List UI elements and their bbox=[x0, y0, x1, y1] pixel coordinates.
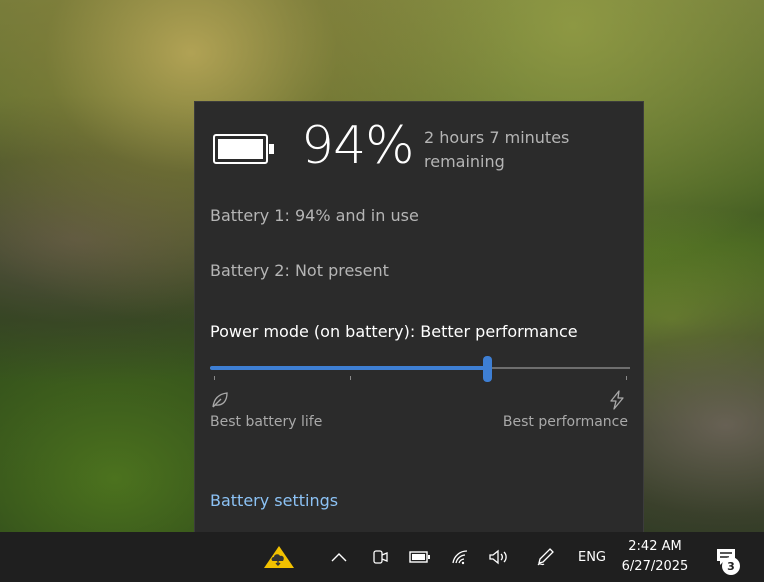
language-indicator[interactable]: ENG bbox=[572, 532, 612, 582]
notification-badge: 3 bbox=[722, 557, 740, 575]
best-performance-label: Best performance bbox=[502, 414, 628, 430]
wifi-icon[interactable] bbox=[449, 532, 471, 582]
clock[interactable]: 2:42 AM 6/27/2025 bbox=[612, 532, 698, 582]
volume-icon[interactable] bbox=[486, 532, 512, 582]
taskbar: ENG 2:42 AM 6/27/2025 3 bbox=[0, 532, 764, 582]
power-mode-label: Power mode (on battery): Better performa… bbox=[210, 322, 578, 341]
camera-icon[interactable] bbox=[369, 532, 391, 582]
best-battery-life-label: Best battery life bbox=[210, 414, 323, 430]
chevron-up-icon[interactable] bbox=[328, 532, 350, 582]
battery-flyout: 94% 2 hours 7 minutes remaining Battery … bbox=[194, 101, 644, 532]
battery-percent: 94% bbox=[301, 116, 415, 176]
battery1-status: Battery 1: 94% and in use bbox=[210, 206, 419, 225]
notification-center-button[interactable]: 3 bbox=[706, 532, 746, 582]
language-label: ENG bbox=[577, 549, 606, 565]
battery-large-icon bbox=[213, 134, 274, 164]
lightning-icon bbox=[607, 390, 627, 410]
slider-fill bbox=[210, 366, 487, 370]
clock-time: 2:42 AM bbox=[628, 539, 682, 554]
slider-tick bbox=[214, 376, 215, 380]
battery2-status: Battery 2: Not present bbox=[210, 261, 389, 280]
slider-tick bbox=[350, 376, 351, 380]
clock-date: 6/27/2025 bbox=[621, 559, 689, 574]
slider-thumb[interactable] bbox=[483, 356, 492, 382]
battery-icon[interactable] bbox=[408, 532, 432, 582]
pen-icon[interactable] bbox=[533, 532, 557, 582]
time-remaining: 2 hours 7 minutes remaining bbox=[424, 128, 570, 171]
leaf-icon bbox=[210, 390, 230, 410]
power-mode-slider[interactable] bbox=[210, 356, 630, 382]
slider-tick bbox=[626, 376, 627, 380]
battery-settings-link[interactable]: Battery settings bbox=[210, 491, 338, 510]
weather-cloud-icon[interactable] bbox=[262, 532, 296, 582]
